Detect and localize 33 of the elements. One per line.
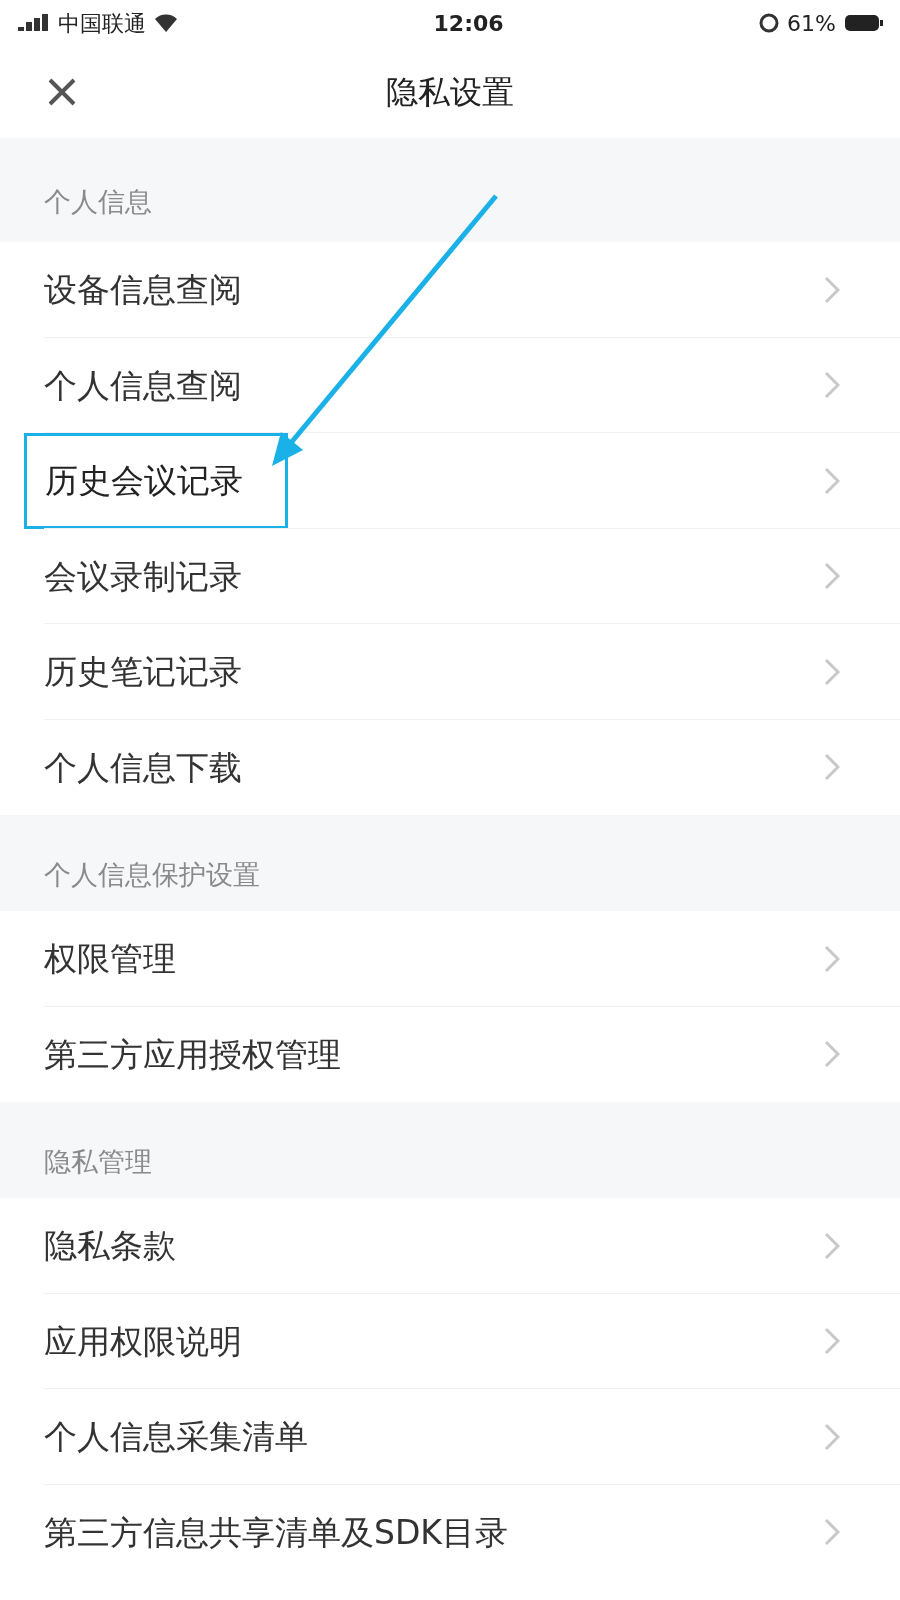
chevron-right-icon [824, 1422, 840, 1451]
chevron-right-icon [824, 1327, 840, 1356]
chevron-right-icon [824, 275, 840, 304]
chevron-right-icon [824, 1518, 840, 1547]
menu-item-label: 设备信息查阅 [44, 269, 242, 311]
chevron-right-icon [824, 944, 840, 973]
menu-item-label: 历史笔记记录 [44, 651, 242, 693]
chevron-right-icon [824, 466, 840, 495]
menu-item-label: 个人信息查阅 [44, 364, 242, 407]
battery-text: 61% [787, 9, 836, 38]
wifi-icon [154, 13, 178, 33]
menu-item-label: 应用权限说明 [44, 1320, 242, 1363]
chevron-right-icon [824, 1040, 840, 1069]
chevron-right-icon [824, 657, 840, 686]
page-title: 隐私设置 [386, 72, 514, 113]
menu-item-label: 个人信息下载 [44, 746, 242, 789]
menu-item-label: 会议录制记录 [44, 555, 242, 598]
section-header: 个人信息保护设置 [44, 859, 260, 890]
section-header: 隐私管理 [44, 1146, 152, 1177]
section-header: 个人信息 [44, 186, 152, 217]
battery-icon [844, 13, 884, 33]
menu-item-label: 第三方信息共享清单及SDK目录 [44, 1511, 508, 1554]
menu-item-label: 个人信息采集清单 [44, 1416, 308, 1458]
chevron-right-icon [824, 371, 840, 400]
menu-item-label: 隐私条款 [44, 1225, 176, 1267]
chevron-right-icon [824, 1231, 840, 1260]
signal-icon [16, 13, 50, 33]
menu-item-label: 第三方应用授权管理 [44, 1033, 341, 1076]
time-text: 12:06 [433, 9, 504, 38]
menu-item-label: 权限管理 [44, 938, 176, 980]
chevron-right-icon [824, 562, 840, 591]
carrier-text: 中国联通 [58, 9, 146, 38]
chevron-right-icon [824, 753, 840, 782]
